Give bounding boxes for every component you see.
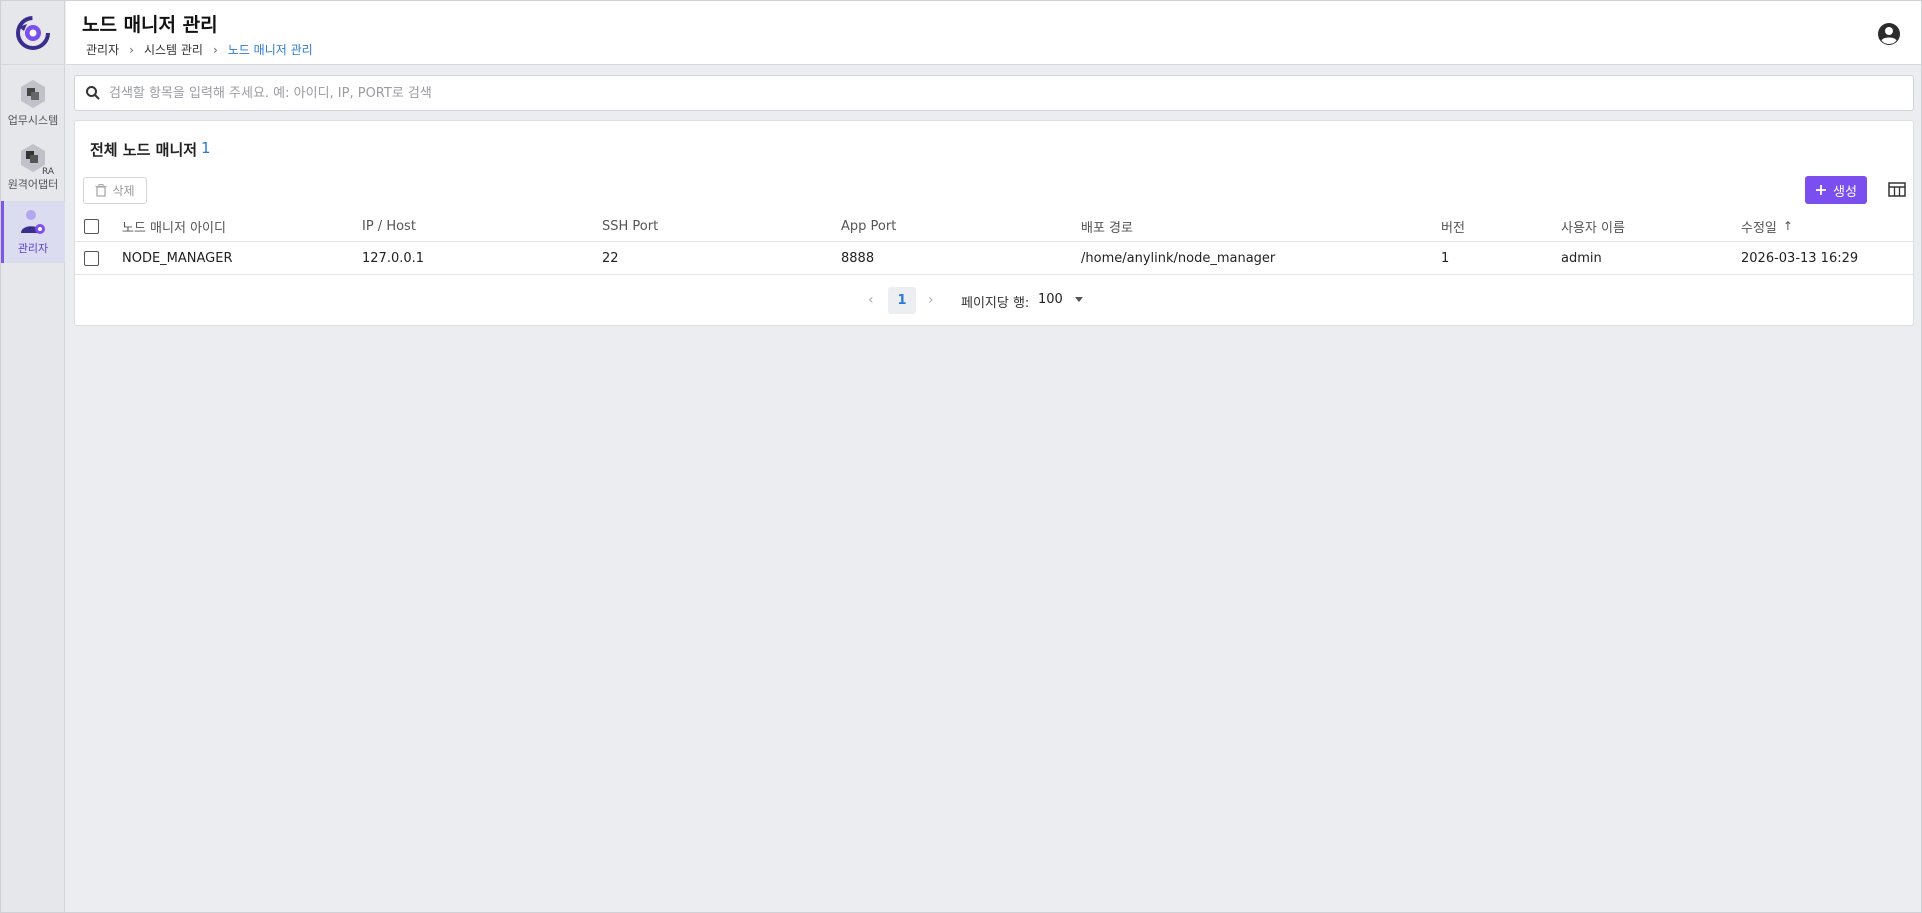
column-header-modified[interactable]: 수정일 ↑ bbox=[1741, 211, 1793, 241]
sidebar-item-label: 업무시스템 bbox=[7, 114, 59, 127]
rows-per-page-select[interactable]: 100 bbox=[1038, 292, 1083, 307]
sidebar-item-business-system[interactable]: 업무시스템 bbox=[1, 73, 65, 135]
chevron-left-icon[interactable]: ‹ bbox=[868, 292, 874, 308]
sidebar-item-label: 원격어댑터 bbox=[7, 178, 59, 191]
sort-ascending-icon: ↑ bbox=[1782, 219, 1793, 233]
caret-down-icon bbox=[1074, 297, 1083, 302]
account-icon[interactable] bbox=[1877, 22, 1901, 46]
cell-ip-host: 127.0.0.1 bbox=[362, 250, 425, 266]
breadcrumb-item-admin[interactable]: 관리자 bbox=[86, 41, 119, 58]
trash-icon bbox=[95, 184, 107, 197]
business-system-icon bbox=[21, 80, 45, 108]
node-manager-table: 노드 매니저 아이디 IP / Host SSH Port App Port 배… bbox=[75, 211, 1913, 275]
table-row[interactable]: NODE_MANAGER 127.0.0.1 22 8888 /home/any… bbox=[75, 242, 1913, 275]
ra-badge: RA bbox=[41, 167, 54, 177]
search-icon bbox=[86, 86, 100, 100]
chevron-right-icon[interactable]: › bbox=[928, 292, 934, 308]
page-title: 노드 매니저 관리 bbox=[82, 14, 218, 36]
create-label: 생성 bbox=[1833, 184, 1857, 200]
rows-per-page-value: 100 bbox=[1038, 292, 1063, 307]
plus-icon bbox=[1816, 185, 1827, 195]
sidebar: 업무시스템 RA 원격어댑터 관리자 bbox=[1, 1, 65, 912]
cell-username: admin bbox=[1561, 250, 1602, 266]
search-input[interactable] bbox=[109, 78, 1889, 108]
remote-adapter-icon: RA bbox=[18, 143, 54, 177]
page-header: 노드 매니저 관리 관리자 › 시스템 관리 › 노드 매니저 관리 bbox=[66, 1, 1921, 65]
column-header-id[interactable]: 노드 매니저 아이디 bbox=[122, 211, 226, 241]
cell-ssh-port: 22 bbox=[602, 250, 619, 266]
breadcrumb: 관리자 › 시스템 관리 › 노드 매니저 관리 bbox=[86, 41, 313, 58]
node-manager-card: 전체 노드 매니저 1 삭제 생성 노드 매니저 아이디 IP / Host S… bbox=[74, 120, 1914, 326]
total-count: 1 bbox=[201, 139, 211, 157]
column-settings-icon[interactable] bbox=[1887, 180, 1907, 200]
page-number-current[interactable]: 1 bbox=[888, 287, 916, 314]
create-button[interactable]: 생성 bbox=[1805, 176, 1867, 204]
column-header-deploy-path[interactable]: 배포 경로 bbox=[1081, 211, 1133, 241]
app-logo-icon[interactable] bbox=[15, 15, 51, 51]
delete-button[interactable]: 삭제 bbox=[83, 177, 147, 204]
rows-per-page-label: 페이지당 행: bbox=[961, 296, 1030, 311]
column-header-username[interactable]: 사용자 이름 bbox=[1561, 211, 1625, 241]
sidebar-item-admin[interactable]: 관리자 bbox=[1, 201, 65, 263]
row-checkbox[interactable] bbox=[84, 250, 99, 266]
column-header-version[interactable]: 버전 bbox=[1441, 211, 1465, 241]
card-title: 전체 노드 매니저 bbox=[90, 141, 198, 159]
column-header-app-port[interactable]: App Port bbox=[841, 211, 896, 241]
select-all-checkbox[interactable] bbox=[84, 218, 99, 234]
column-header-modified-label: 수정일 bbox=[1741, 220, 1777, 236]
pagination: ‹ 1 › 페이지당 행: 100 bbox=[75, 279, 1913, 319]
column-header-ip-host[interactable]: IP / Host bbox=[362, 211, 416, 241]
chevron-right-icon: › bbox=[129, 42, 134, 57]
sidebar-item-remote-adapter[interactable]: RA 원격어댑터 bbox=[1, 137, 65, 199]
sidebar-item-label: 관리자 bbox=[17, 242, 49, 255]
breadcrumb-item-system[interactable]: 시스템 관리 bbox=[144, 41, 203, 58]
sidebar-divider bbox=[1, 64, 65, 65]
row-select-cell bbox=[84, 242, 99, 274]
search-bar bbox=[74, 75, 1914, 111]
admin-user-icon bbox=[21, 210, 45, 234]
cell-app-port: 8888 bbox=[841, 250, 875, 266]
column-header-ssh-port[interactable]: SSH Port bbox=[602, 211, 658, 241]
chevron-right-icon: › bbox=[212, 42, 218, 57]
cell-deploy-path: /home/anylink/node_manager bbox=[1081, 250, 1276, 266]
table-header-row: 노드 매니저 아이디 IP / Host SSH Port App Port 배… bbox=[75, 211, 1913, 242]
cell-id: NODE_MANAGER bbox=[122, 250, 233, 266]
select-all-cell bbox=[84, 211, 99, 241]
cell-version: 1 bbox=[1441, 250, 1450, 266]
breadcrumb-item-current: 노드 매니저 관리 bbox=[227, 43, 313, 57]
cell-modified: 2026-03-13 16:29 bbox=[1741, 250, 1859, 266]
delete-label: 삭제 bbox=[112, 184, 135, 198]
